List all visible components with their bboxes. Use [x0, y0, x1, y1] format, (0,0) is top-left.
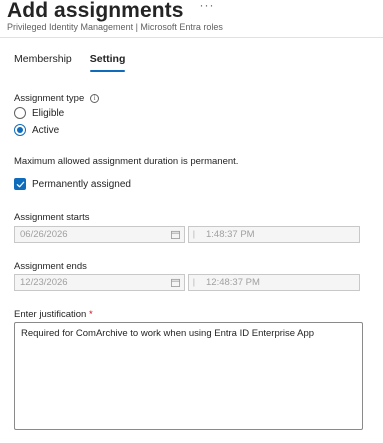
end-date-value: 12/23/2026 — [20, 277, 68, 288]
start-time-value: 1:48:37 PM — [206, 229, 255, 240]
radio-active-circle[interactable] — [14, 124, 26, 136]
end-time-input[interactable]: 12:48:37 PM — [188, 274, 360, 291]
assignment-starts-label: Assignment starts — [14, 212, 90, 223]
radio-active-label: Active — [32, 124, 60, 136]
end-time-value: 12:48:37 PM — [206, 277, 260, 288]
breadcrumb-subtitle: Privileged Identity Management | Microso… — [7, 22, 223, 32]
clock-icon — [193, 278, 195, 287]
end-date-input[interactable]: 12/23/2026 — [14, 274, 185, 291]
permanently-assigned-checkbox-row[interactable]: Permanently assigned — [14, 178, 131, 190]
assignment-type-label: Assignment type — [14, 93, 85, 104]
assignment-ends-label: Assignment ends — [14, 261, 87, 272]
header-divider — [0, 37, 383, 38]
start-date-input[interactable]: 06/26/2026 — [14, 226, 185, 243]
duration-note: Maximum allowed assignment duration is p… — [14, 156, 239, 167]
permanently-assigned-label: Permanently assigned — [32, 178, 131, 190]
more-options-icon[interactable]: ··· — [200, 0, 215, 11]
page-header: Add assignments ··· Privileged Identity … — [7, 0, 383, 33]
clock-icon — [193, 230, 195, 239]
tab-bar: Membership Setting — [14, 52, 143, 72]
assignment-type-header: Assignment type i — [14, 93, 100, 104]
page-title: Add assignments — [7, 0, 184, 22]
radio-eligible-circle[interactable] — [14, 107, 26, 119]
radio-eligible-label: Eligible — [32, 107, 65, 119]
start-time-input[interactable]: 1:48:37 PM — [188, 226, 360, 243]
info-icon[interactable]: i — [90, 94, 100, 103]
tab-setting[interactable]: Setting — [89, 52, 125, 72]
radio-selected-dot — [17, 127, 23, 133]
radio-active[interactable]: Active — [14, 124, 59, 136]
justification-label: Enter justification — [14, 309, 87, 320]
calendar-icon[interactable] — [171, 278, 180, 287]
permanently-assigned-checkbox[interactable] — [14, 178, 26, 190]
justification-textarea[interactable]: Required for ComArchive to work when usi… — [14, 322, 363, 430]
calendar-icon[interactable] — [171, 230, 180, 239]
justification-label-row: Enter justification * — [14, 309, 93, 320]
required-marker: * — [88, 309, 93, 320]
radio-eligible[interactable]: Eligible — [14, 107, 64, 119]
checkmark-icon — [16, 181, 24, 187]
tab-membership[interactable]: Membership — [14, 52, 72, 72]
title-row: Add assignments ··· — [7, 0, 383, 22]
start-date-value: 06/26/2026 — [20, 229, 68, 240]
